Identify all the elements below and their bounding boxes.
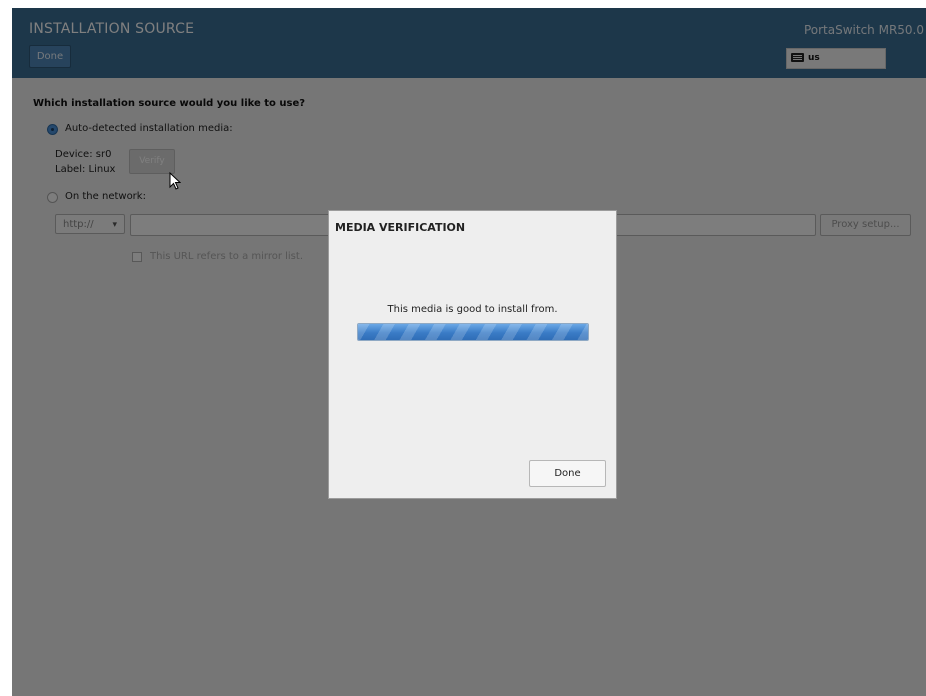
verification-progress-fill: [358, 324, 588, 340]
verification-message: This media is good to install from.: [387, 304, 558, 315]
installer-screen: INSTALLATION SOURCE Done PortaSwitch MR5…: [12, 8, 926, 696]
verification-progress-bar: [357, 323, 589, 341]
media-verification-dialog: MEDIA VERIFICATION This media is good to…: [328, 210, 617, 499]
dialog-title: MEDIA VERIFICATION: [335, 221, 466, 234]
dialog-done-button[interactable]: Done: [529, 460, 606, 487]
mouse-pointer-icon: [169, 172, 181, 190]
